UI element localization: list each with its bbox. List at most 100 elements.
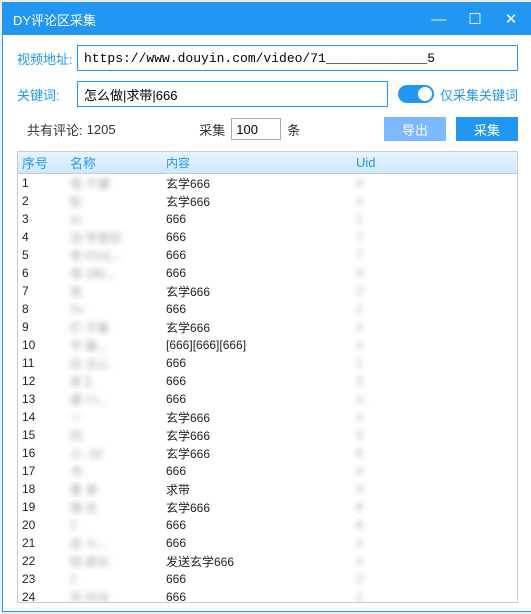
cell-name: 强 合 xyxy=(62,499,162,516)
table-row[interactable]: 11应 主心6661 xyxy=(18,354,517,372)
cell-name: 打 不着 xyxy=(62,319,162,336)
total-label: 共有评论: xyxy=(27,120,83,139)
cell-uid: 1 xyxy=(352,554,517,568)
cell-seq: 11 xyxy=(18,356,62,370)
cell-name: 泊 专营店 xyxy=(62,229,162,246)
table-row[interactable]: 6用 396...6664 xyxy=(18,264,517,282)
window-title: DY评论区采集 xyxy=(13,10,96,29)
video-url-input[interactable] xyxy=(77,45,518,71)
collect-count-input[interactable] xyxy=(231,118,281,140)
cell-seq: 17 xyxy=(18,464,62,478)
only-keyword-toggle[interactable] xyxy=(398,85,434,103)
cell-seq: 21 xyxy=(18,536,62,550)
table-row[interactable]: 16小 .39玄学6666 xyxy=(18,444,517,462)
cell-uid: 1 xyxy=(352,410,517,424)
table-row[interactable]: 2彭 玄学6661 xyxy=(18,192,517,210)
table-header: 序号 名称 内容 Uid xyxy=(18,152,517,174)
results-table: 序号 名称 内容 Uid 1怪 不谦玄学6664 2彭 玄学6661 3xc 6… xyxy=(17,151,518,603)
table-body: 1怪 不谦玄学6664 2彭 玄学6661 3xc 6661 4泊 专营店666… xyxy=(18,174,517,603)
table-row[interactable]: 12老 】 6663 xyxy=(18,372,517,390)
cell-name: 四 xyxy=(62,427,162,444)
table-row[interactable]: 10宇 最...[666][666][666]1 xyxy=(18,336,517,354)
table-row[interactable]: 1怪 不谦玄学6664 xyxy=(18,174,517,192)
collect-count-unit: 条 xyxy=(287,120,300,139)
col-header-content[interactable]: 内容 xyxy=(162,154,352,171)
cell-content: 666 xyxy=(162,572,352,586)
table-row[interactable]: 24写 时光6661 xyxy=(18,588,517,603)
collect-count-label: 采集 xyxy=(199,120,225,139)
cell-content: 玄学666 xyxy=(162,445,352,462)
table-row[interactable]: 4泊 专营店6667 xyxy=(18,228,517,246)
cell-uid: 7 xyxy=(352,248,517,262)
cell-name: 怪 不谦 xyxy=(62,175,162,192)
table-row[interactable]: 22短 部长发送玄学6661 xyxy=(18,552,517,570)
col-header-uid[interactable]: Uid xyxy=(352,155,517,170)
cell-uid: 4 xyxy=(352,266,517,280)
cell-content: 玄学666 xyxy=(162,193,352,210)
cell-name: 走 々... xyxy=(62,535,162,552)
cell-content: 666 xyxy=(162,230,352,244)
cell-seq: 15 xyxy=(18,428,62,442)
meta-row: 共有评论: 1205 采集 条 导出 采集 xyxy=(17,117,518,141)
cell-content: 玄学666 xyxy=(162,319,352,336)
table-row[interactable]: 19强 合 玄学6668 xyxy=(18,498,517,516)
table-row[interactable]: 15四 玄学6663 xyxy=(18,426,517,444)
cell-name: 建 川... xyxy=(62,391,162,408)
table-row[interactable]: 5老 POS...6667 xyxy=(18,246,517,264)
export-button[interactable]: 导出 xyxy=(384,117,446,141)
col-header-name[interactable]: 名称 xyxy=(62,153,162,172)
cell-name: 老 】 xyxy=(62,373,162,390)
cell-seq: 5 xyxy=(18,248,62,262)
cell-name: 一 xyxy=(62,409,162,426)
table-row[interactable]: 21走 々...6661 xyxy=(18,534,517,552)
table-row[interactable]: 202 6668 xyxy=(18,516,517,534)
table-row[interactable]: 7张 玄学6662 xyxy=(18,282,517,300)
cell-content: 求带 xyxy=(162,481,352,498)
collect-button[interactable]: 采集 xyxy=(456,117,518,141)
action-buttons: 导出 采集 xyxy=(384,117,518,141)
cell-seq: 22 xyxy=(18,554,62,568)
collect-count-group: 采集 条 xyxy=(199,118,300,140)
table-row[interactable]: 9打 不着玄学6661 xyxy=(18,318,517,336)
cell-content: 发送玄学666 xyxy=(162,553,352,570)
col-header-seq[interactable]: 序号 xyxy=(18,153,62,172)
only-keyword-label: 仅采集关键词 xyxy=(440,85,518,104)
table-row[interactable]: 3xc 6661 xyxy=(18,210,517,228)
cell-content: 666 xyxy=(162,248,352,262)
table-row[interactable]: 232 6662 xyxy=(18,570,517,588)
cell-name: 短 部长 xyxy=(62,553,162,570)
table-row[interactable]: 17书 6664 xyxy=(18,462,517,480)
cell-seq: 4 xyxy=(18,230,62,244)
cell-uid: 2 xyxy=(352,572,517,586)
table-row[interactable]: 14一 玄学6661 xyxy=(18,408,517,426)
cell-content: 玄学666 xyxy=(162,283,352,300)
table-row[interactable]: 8Sc 6661 xyxy=(18,300,517,318)
close-button[interactable]: ✕ xyxy=(494,5,528,33)
cell-uid: 1 xyxy=(352,356,517,370)
cell-name: 2 xyxy=(62,518,162,532)
cell-name: 宇 最... xyxy=(62,337,162,354)
table-row[interactable]: 13建 川...6661. xyxy=(18,390,517,408)
cell-name: 写 时光 xyxy=(62,589,162,604)
titlebar[interactable]: DY评论区采集 — ☐ ✕ xyxy=(3,3,531,35)
cell-seq: 12 xyxy=(18,374,62,388)
video-url-row: 视频地址: xyxy=(17,45,518,71)
window-controls: — ☐ ✕ xyxy=(422,5,528,33)
cell-seq: 13 xyxy=(18,392,62,406)
minimize-button[interactable]: — xyxy=(422,5,456,33)
keyword-input[interactable] xyxy=(77,81,388,107)
cell-uid: 4 xyxy=(352,176,517,190)
cell-name: 书 xyxy=(62,463,162,480)
cell-content: 666 xyxy=(162,374,352,388)
cell-name: 应 主心 xyxy=(62,355,162,372)
keyword-label: 关键词: xyxy=(17,85,77,104)
cell-content: 666 xyxy=(162,392,352,406)
cell-content: 666 xyxy=(162,518,352,532)
maximize-button[interactable]: ☐ xyxy=(458,5,492,33)
cell-content: [666][666][666] xyxy=(162,338,352,352)
cell-uid: 1 xyxy=(352,320,517,334)
cell-seq: 16 xyxy=(18,446,62,460)
cell-seq: 8 xyxy=(18,302,62,316)
table-row[interactable]: 18夏 录 求带3 xyxy=(18,480,517,498)
keyword-row: 关键词: 仅采集关键词 xyxy=(17,81,518,107)
